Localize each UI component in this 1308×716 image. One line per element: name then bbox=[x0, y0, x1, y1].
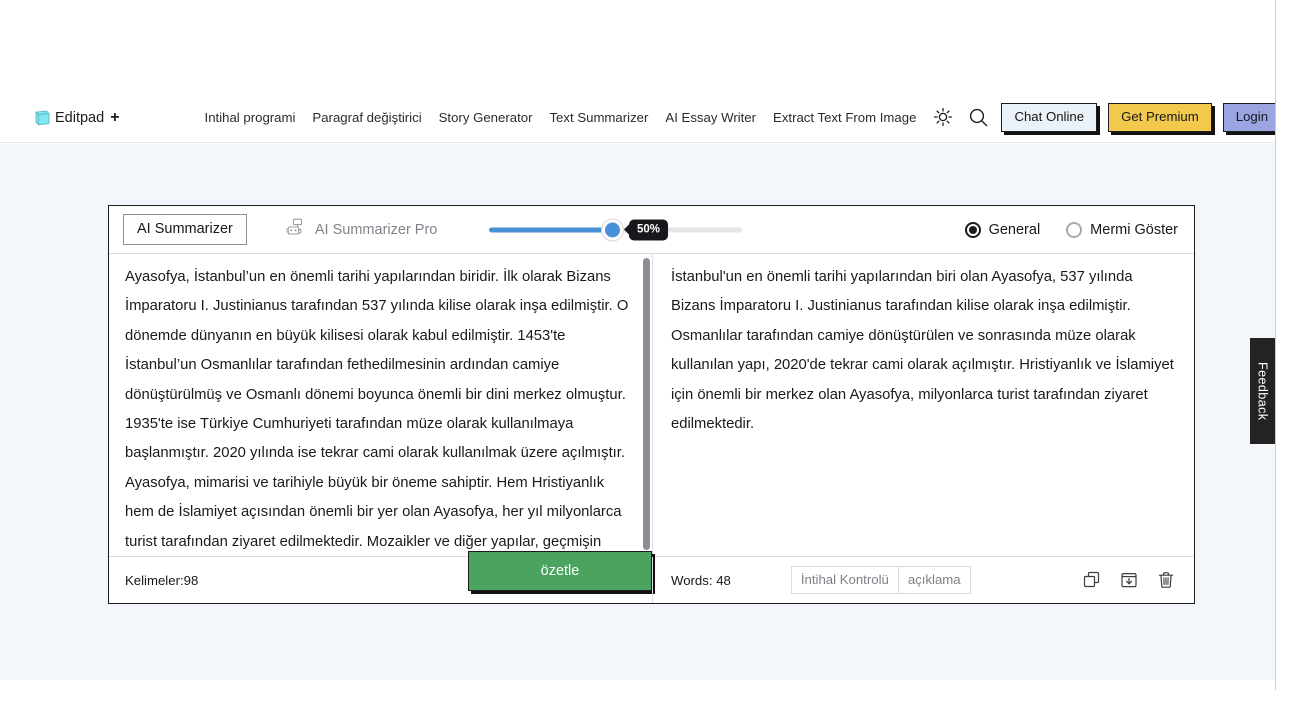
output-pane: İstanbul'un en önemli tarihi yapılarında… bbox=[652, 254, 1194, 556]
radio-label-mermi-goster: Mermi Göster bbox=[1090, 221, 1178, 238]
slider-thumb[interactable] bbox=[602, 219, 623, 240]
footer-right: Words: 48 İntihal Kontrolü açıklama bbox=[652, 557, 1194, 603]
radio-label-general: General bbox=[988, 221, 1041, 238]
notepad-icon bbox=[34, 109, 51, 126]
input-word-count: Kelimeler:98 bbox=[125, 572, 199, 588]
output-action-buttons: İntihal Kontrolü açıklama bbox=[790, 566, 971, 594]
theme-sun-icon[interactable] bbox=[931, 105, 955, 129]
output-word-count: Words: 48 bbox=[671, 572, 731, 588]
robot-icon bbox=[285, 217, 306, 243]
feedback-tab[interactable]: Feedback bbox=[1250, 338, 1275, 444]
input-scrollbar[interactable] bbox=[643, 258, 650, 550]
editor-panes: Ayasofya, İstanbul’un en önemli tarihi y… bbox=[109, 254, 1194, 556]
browser-viewport: Editpad + Intihal programi Paragraf deği… bbox=[0, 0, 1276, 690]
page-body: AI Summarizer AI Summarizer Pro 50% Gene… bbox=[0, 144, 1275, 680]
header-actions: Chat Online Get Premium Login bbox=[931, 103, 1275, 132]
slider-fill bbox=[489, 227, 615, 232]
feedback-tab-label: Feedback bbox=[1255, 361, 1270, 421]
brand-name: Editpad bbox=[55, 109, 105, 126]
explain-button[interactable]: açıklama bbox=[898, 566, 971, 594]
copy-icon[interactable] bbox=[1082, 570, 1102, 590]
summary-mode-radio-group: General Mermi Göster bbox=[964, 221, 1178, 238]
input-pane: Ayasofya, İstanbul’un en önemli tarihi y… bbox=[109, 254, 652, 556]
nav-item-story-generator[interactable]: Story Generator bbox=[439, 110, 533, 125]
trash-icon[interactable] bbox=[1156, 570, 1176, 590]
nav-item-text-summarizer[interactable]: Text Summarizer bbox=[549, 110, 648, 125]
brand-logo[interactable]: Editpad + bbox=[34, 109, 120, 127]
tool-toolbar: AI Summarizer AI Summarizer Pro 50% Gene… bbox=[109, 206, 1194, 254]
radio-option-general[interactable]: General bbox=[964, 221, 1041, 238]
summary-length-slider[interactable]: 50% bbox=[489, 219, 742, 241]
nav-item-ai-essay-writer[interactable]: AI Essay Writer bbox=[665, 110, 756, 125]
nav-item-intihal-programi[interactable]: Intihal programi bbox=[205, 110, 296, 125]
get-premium-button[interactable]: Get Premium bbox=[1108, 103, 1212, 132]
summarizer-tool-card: AI Summarizer AI Summarizer Pro 50% Gene… bbox=[108, 205, 1195, 604]
output-icon-buttons bbox=[1082, 570, 1176, 590]
radio-icon-general bbox=[964, 221, 981, 238]
download-icon[interactable] bbox=[1119, 570, 1139, 590]
tab-ai-summarizer-pro[interactable]: AI Summarizer Pro bbox=[285, 217, 437, 243]
summarize-button[interactable]: özetle bbox=[468, 551, 652, 591]
tab-ai-summarizer[interactable]: AI Summarizer bbox=[123, 214, 247, 245]
nav-item-paragraf-degistirici[interactable]: Paragraf değiştirici bbox=[312, 110, 421, 125]
chat-online-button[interactable]: Chat Online bbox=[1001, 103, 1098, 132]
site-header: Editpad + Intihal programi Paragraf deği… bbox=[0, 93, 1275, 143]
radio-option-mermi-goster[interactable]: Mermi Göster bbox=[1066, 221, 1178, 238]
plagiarism-check-button[interactable]: İntihal Kontrolü bbox=[790, 566, 899, 594]
tab-ai-summarizer-pro-label: AI Summarizer Pro bbox=[314, 221, 438, 238]
login-button[interactable]: Login bbox=[1222, 103, 1275, 132]
output-textarea[interactable]: İstanbul'un en önemli tarihi yapılarında… bbox=[653, 254, 1194, 556]
radio-icon-mermi-goster bbox=[1066, 221, 1083, 238]
nav-item-extract-text-from-image[interactable]: Extract Text From Image bbox=[773, 110, 916, 125]
primary-nav: Intihal programi Paragraf değiştirici St… bbox=[205, 110, 917, 125]
tool-footer: Kelimeler:98 özetle Words: 48 İntihal Ko… bbox=[109, 551, 1194, 603]
input-textarea[interactable]: Ayasofya, İstanbul’un en önemli tarihi y… bbox=[109, 254, 652, 556]
brand-plus: + bbox=[110, 108, 120, 126]
search-icon[interactable] bbox=[966, 105, 990, 129]
slider-value-badge: 50% bbox=[629, 219, 669, 240]
footer-left: Kelimeler:98 özetle bbox=[109, 551, 652, 603]
